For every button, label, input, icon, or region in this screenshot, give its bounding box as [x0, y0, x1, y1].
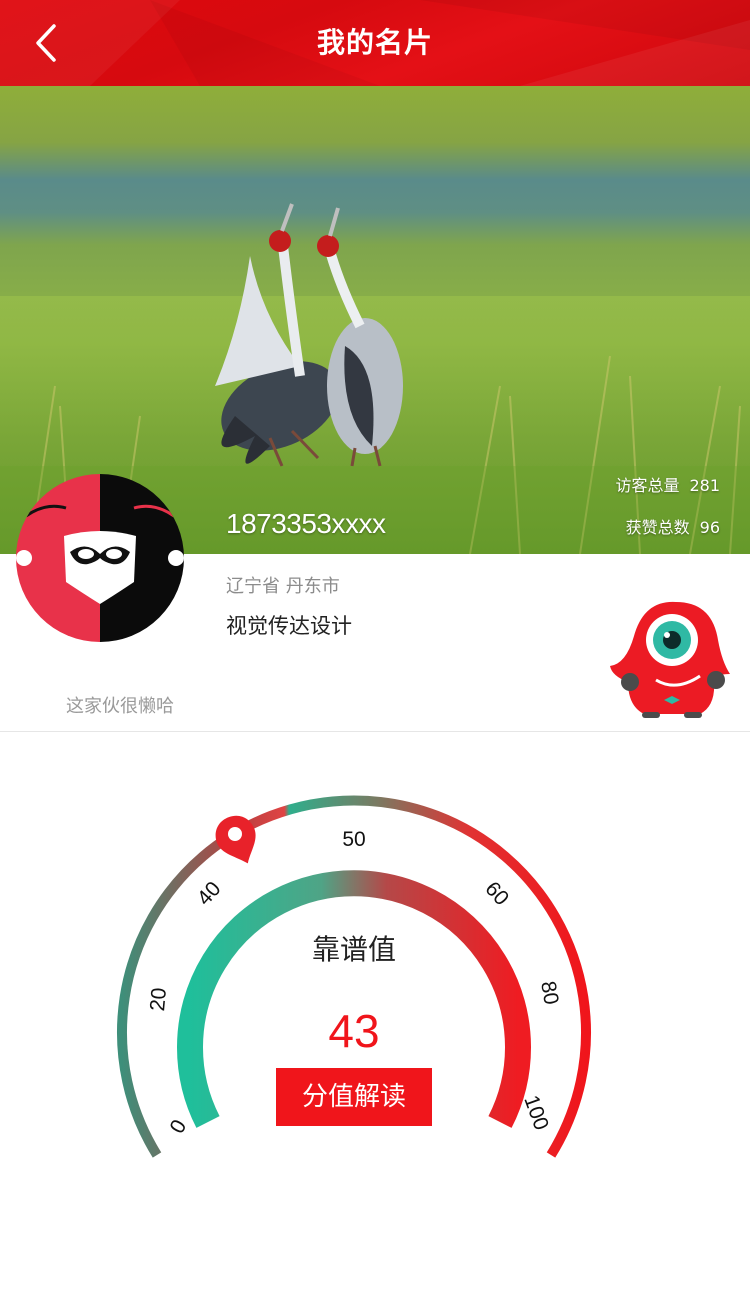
visitor-count-value: 281: [689, 476, 720, 495]
page-title: 我的名片: [316, 26, 433, 59]
signature-text: 这家伙很懒哈: [66, 696, 174, 717]
like-count-value: 96: [699, 518, 720, 537]
scale-label-0: 0: [165, 1116, 191, 1138]
visitor-count-label: 访客总量: [615, 476, 680, 495]
score-interpretation-button[interactable]: 分值解读: [276, 1068, 432, 1126]
navigation-bar: 我的名片: [0, 0, 750, 86]
scale-label-40: 40: [193, 877, 226, 910]
visitor-count: 访客总量 281: [615, 472, 720, 496]
scale-label-100: 100: [519, 1092, 553, 1133]
score-title: 靠谱值: [311, 933, 396, 966]
one-eyed-monster-icon: [604, 596, 738, 724]
score-value: 43: [328, 1005, 380, 1057]
location-text: 辽宁省 丹东市: [226, 576, 340, 597]
profession-text: 视觉传达设计: [226, 614, 352, 638]
phone-number: 1873353xxxx: [226, 508, 386, 539]
like-count-label: 获赞总数: [625, 518, 690, 537]
scale-label-60: 60: [480, 877, 513, 910]
scale-label-80: 80: [536, 979, 563, 1006]
scale-label-50: 50: [342, 828, 365, 851]
like-count: 获赞总数 96: [626, 514, 720, 538]
section-divider: [0, 731, 750, 732]
avatar[interactable]: [16, 474, 184, 642]
masked-face-icon: [16, 474, 184, 642]
